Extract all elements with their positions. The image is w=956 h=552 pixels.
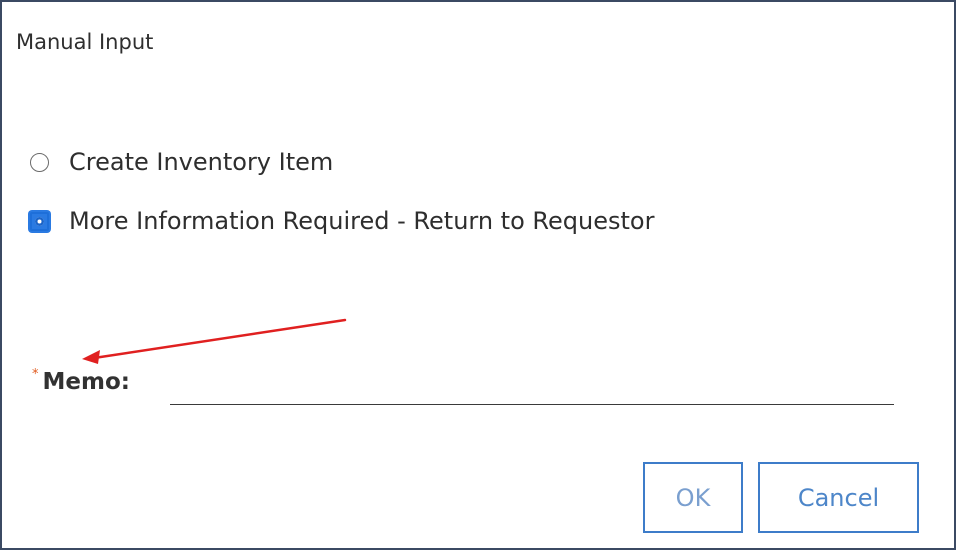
- option-create-inventory-item[interactable]: Create Inventory Item: [30, 148, 333, 176]
- option-label-create-inventory: Create Inventory Item: [69, 148, 334, 176]
- memo-input[interactable]: [170, 372, 894, 405]
- cancel-button[interactable]: Cancel: [758, 462, 919, 533]
- memo-label: Memo:: [42, 369, 130, 395]
- radio-button-more-information[interactable]: [30, 211, 49, 231]
- option-more-information-required[interactable]: More Information Required - Return to Re…: [30, 207, 654, 235]
- ok-button[interactable]: OK: [643, 462, 743, 533]
- radio-button-create-inventory[interactable]: [30, 152, 49, 172]
- required-asterisk-icon: *: [32, 367, 39, 382]
- manual-input-dialog: Manual Input Create Inventory Item More …: [0, 0, 956, 550]
- option-label-more-information: More Information Required - Return to Re…: [69, 207, 655, 235]
- dialog-title: Manual Input: [16, 30, 154, 54]
- memo-field-label-group: * Memo:: [32, 368, 130, 395]
